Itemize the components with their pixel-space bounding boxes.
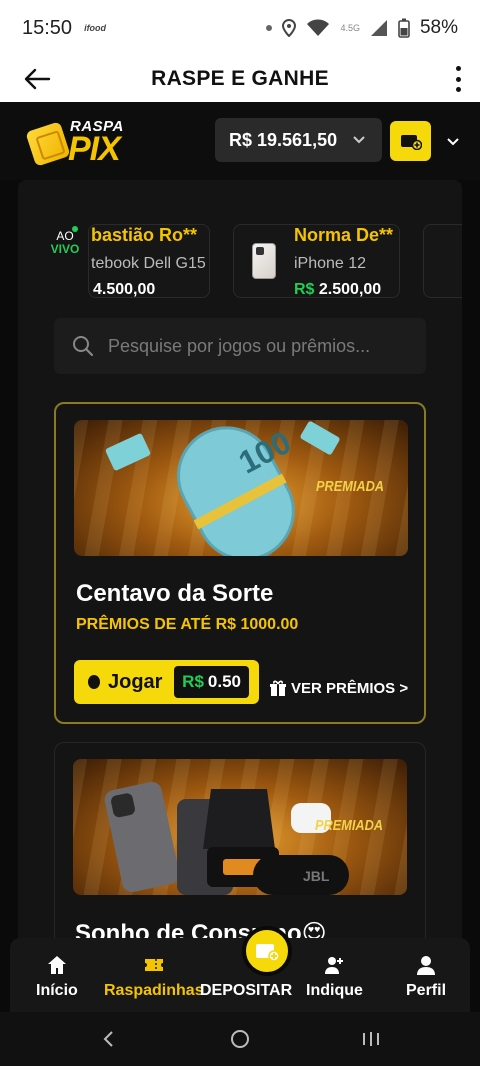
chevron-down-icon bbox=[353, 136, 365, 144]
logo-chip-icon bbox=[25, 121, 71, 167]
ticket-icon bbox=[144, 959, 163, 971]
iphone-thumbnail bbox=[252, 243, 276, 279]
nav-label: DEPOSITAR bbox=[200, 982, 293, 999]
premiada-badge: PREMIADA bbox=[314, 817, 383, 834]
balance-value: R$ 19.561,50 bbox=[229, 129, 338, 150]
home-icon bbox=[47, 956, 66, 974]
nav-inicio[interactable]: Início bbox=[36, 954, 78, 1000]
notification-dot-icon bbox=[266, 25, 273, 31]
winner-amount: 4.500,00 bbox=[93, 281, 156, 298]
page-title: RASPE E GANHE bbox=[151, 67, 329, 90]
quick-deposit-button[interactable] bbox=[390, 121, 431, 161]
winner-ticker-item[interactable]: bastião Ro** tebook Dell G15 4.500,00 bbox=[88, 224, 210, 298]
gift-icon bbox=[270, 680, 286, 696]
user-add-icon bbox=[325, 957, 344, 974]
battery-icon bbox=[398, 18, 410, 38]
user-icon bbox=[417, 956, 435, 975]
nav-indique[interactable]: Indique bbox=[306, 954, 363, 1000]
nav-depositar[interactable]: DEPOSITAR bbox=[200, 982, 292, 1000]
winner-prize: iPhone 12 bbox=[294, 255, 367, 272]
wifi-icon bbox=[307, 19, 330, 36]
game-title: Centavo da Sorte bbox=[76, 580, 274, 607]
nav-raspadinhas[interactable]: Raspadinhas bbox=[104, 954, 204, 1000]
balance-selector[interactable]: R$ 19.561,50 bbox=[215, 118, 382, 162]
status-bar: 15:50 ifood 4.5G 58% bbox=[0, 0, 480, 56]
winner-ticker-item[interactable]: Norma De** iPhone 12 R$ 2.500,00 bbox=[233, 224, 400, 298]
live-indicator: AO VIVO bbox=[50, 226, 80, 256]
game-banner[interactable]: JBL PREMIADA bbox=[73, 759, 407, 895]
system-recents-icon[interactable] bbox=[360, 1028, 382, 1050]
back-arrow-icon[interactable] bbox=[22, 64, 52, 94]
winner-prize: tebook Dell G15 bbox=[91, 255, 206, 272]
play-label: Jogar bbox=[108, 670, 163, 693]
main-content: AO VIVO bastião Ro** tebook Dell G15 4.5… bbox=[18, 180, 462, 1002]
winner-ticker-item[interactable] bbox=[423, 224, 462, 298]
signal-icon bbox=[370, 20, 387, 36]
search-icon bbox=[73, 336, 94, 357]
max-prize-text: PRÊMIOS DE ATÉ R$ 1000.00 bbox=[76, 616, 299, 633]
wallet-add-icon bbox=[256, 944, 280, 962]
coin-icon bbox=[88, 675, 100, 689]
network-type: 4.5G bbox=[340, 23, 360, 33]
live-label-bottom: VIVO bbox=[50, 242, 80, 256]
winner-name: Norma De** bbox=[294, 225, 394, 245]
currency: R$ bbox=[294, 281, 315, 298]
view-prizes-label: VER PRÊMIOS > bbox=[291, 679, 409, 697]
app-bar: RASPE E GANHE bbox=[0, 56, 480, 102]
system-home-icon[interactable] bbox=[229, 1028, 251, 1050]
status-icons: 4.5G 58% bbox=[266, 17, 458, 39]
game-banner[interactable]: 100 PREMIADA bbox=[74, 420, 408, 556]
price-currency: R$ bbox=[182, 672, 204, 691]
price-tag: R$ 0.50 bbox=[174, 666, 249, 698]
nav-perfil[interactable]: Perfil bbox=[406, 954, 446, 1000]
raspa-pix-logo[interactable]: RASPA PIX bbox=[25, 116, 140, 168]
view-prizes-link[interactable]: VER PRÊMIOS > bbox=[269, 679, 408, 697]
more-options-icon[interactable] bbox=[454, 62, 462, 96]
nav-label: Indique bbox=[306, 982, 363, 999]
nav-label: Perfil bbox=[406, 982, 447, 999]
price-value: 0.50 bbox=[207, 672, 241, 691]
status-time: 15:50 bbox=[22, 16, 73, 39]
play-button[interactable]: Jogar R$ 0.50 bbox=[74, 660, 259, 704]
game-card: 100 PREMIADA Centavo da Sorte PRÊMIOS DE… bbox=[54, 402, 426, 724]
system-navigation-bar bbox=[0, 1012, 480, 1066]
bottom-navigation: Início Raspadinhas DEPOSITAR Indique Per… bbox=[10, 926, 470, 1012]
search-input[interactable]: Pesquise por jogos ou prêmios... bbox=[54, 318, 426, 374]
winner-amount: R$ 2.500,00 bbox=[294, 281, 382, 298]
system-back-icon[interactable] bbox=[98, 1028, 120, 1050]
search-placeholder: Pesquise por jogos ou prêmios... bbox=[108, 335, 371, 356]
nav-label: Raspadinhas bbox=[104, 982, 204, 999]
battery-level: 58% bbox=[419, 17, 458, 38]
nav-label: Início bbox=[36, 982, 78, 999]
svg-text:JBL: JBL bbox=[303, 868, 330, 884]
winner-name: bastião Ro** bbox=[91, 225, 198, 245]
wallet-add-icon bbox=[400, 135, 422, 150]
site-header: RASPA PIX R$ 19.561,50 bbox=[0, 102, 480, 180]
ifood-notification-icon: ifood bbox=[84, 23, 107, 33]
deposit-fab-button[interactable] bbox=[242, 926, 292, 976]
premiada-badge: PREMIADA bbox=[315, 478, 384, 495]
logo-text-bottom: PIX bbox=[68, 130, 121, 168]
location-icon bbox=[282, 19, 297, 37]
live-dot-icon bbox=[72, 226, 78, 232]
chevron-down-icon[interactable] bbox=[446, 134, 460, 148]
